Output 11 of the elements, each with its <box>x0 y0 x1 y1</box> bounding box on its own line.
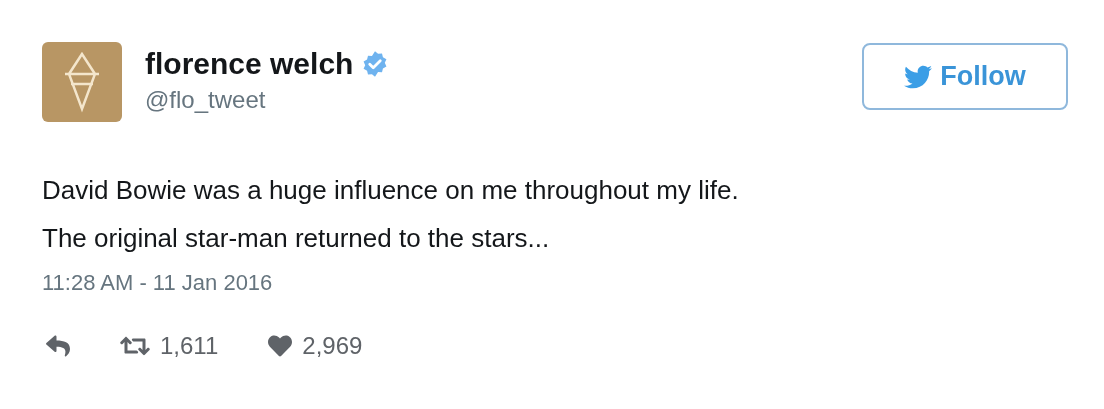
heart-icon[interactable] <box>268 334 293 358</box>
author-handle[interactable]: @flo_tweet <box>145 84 390 116</box>
reply-icon[interactable] <box>46 334 70 358</box>
diamond-logo-icon <box>62 51 102 113</box>
action-count: 2,969 <box>302 331 363 361</box>
tweet-text-line: David Bowie was a huge influence on me throughout my life. <box>42 174 740 207</box>
follow-button[interactable]: Follow <box>862 43 1068 110</box>
tweet-timestamp[interactable]: 11:28 AM - 11 Jan 2016 <box>42 268 273 298</box>
author-name[interactable]: florence welch <box>145 46 354 82</box>
action-count: 1,611 <box>160 331 219 361</box>
tweet-text-line: The original star-man returned to the stars... <box>42 222 551 255</box>
